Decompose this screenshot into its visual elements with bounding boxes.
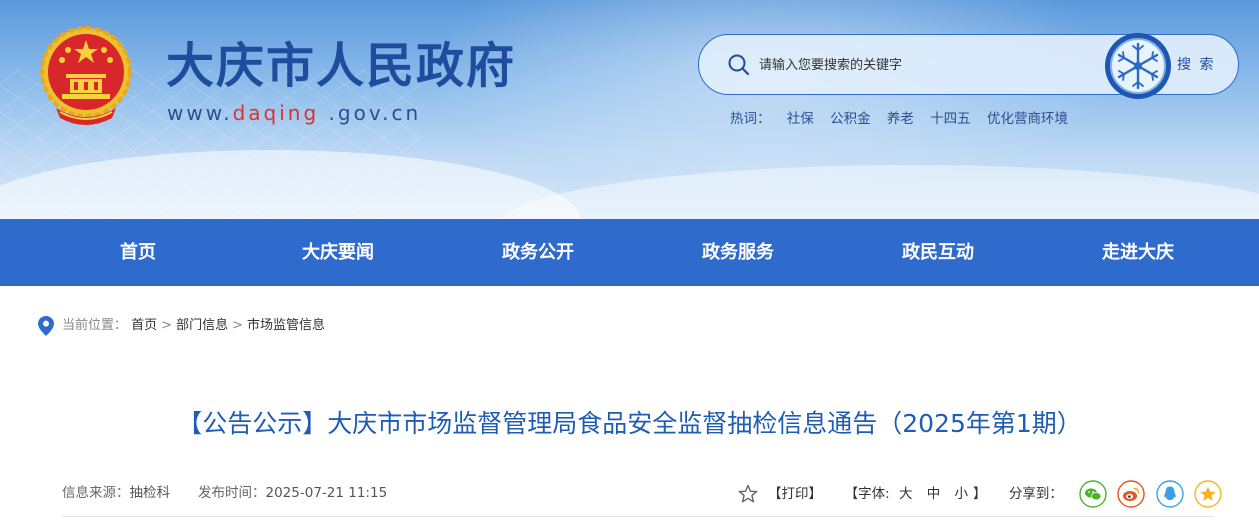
breadcrumb-dept-info[interactable]: 部门信息 — [176, 318, 228, 333]
breadcrumb-market-info[interactable]: 市场监管信息 — [247, 318, 325, 333]
wechat-icon[interactable] — [1079, 480, 1108, 508]
url-highlight: daqing — [232, 101, 320, 125]
nav-item-about[interactable]: 走进大庆 — [1038, 219, 1238, 286]
print-button[interactable]: 【打印】 — [768, 486, 822, 502]
url-prefix: www. — [167, 101, 233, 125]
time-label: 发布时间： — [198, 485, 266, 501]
font-size-label: 【字体: — [844, 486, 890, 502]
breadcrumb-home[interactable]: 首页 — [131, 318, 157, 333]
weibo-icon[interactable] — [1117, 480, 1146, 508]
hot-word-gongjijin[interactable]: 公积金 — [830, 111, 871, 127]
header-banner: 大庆市人民政府 www.daqing .gov.cn 请输入您要搜索的关键字 搜… — [0, 0, 1259, 219]
nav-item-services[interactable]: 政务服务 — [638, 219, 838, 286]
share-label: 分享到： — [1008, 486, 1063, 502]
breadcrumb: 当前位置： 首页 > 部门信息 > 市场监管信息 — [38, 315, 325, 337]
hot-word-shisiwu[interactable]: 十四五 — [930, 111, 971, 127]
hot-word-yingshang[interactable]: 优化营商环境 — [987, 111, 1068, 127]
breadcrumb-separator: > — [232, 318, 243, 333]
hot-words-label: 热词： — [730, 111, 771, 127]
search-icon[interactable] — [727, 53, 751, 77]
qzone-icon[interactable] — [1194, 480, 1223, 508]
search-input[interactable] — [759, 49, 1089, 81]
font-size-medium[interactable]: 中 — [927, 486, 941, 502]
font-size-close: 】 — [973, 486, 987, 502]
search-button[interactable]: 搜 索 — [1177, 53, 1215, 77]
breadcrumb-separator: > — [161, 318, 173, 333]
nav-item-gov-affairs[interactable]: 政务公开 — [438, 219, 638, 286]
search-box: 搜 索 — [698, 33, 1239, 99]
source-value: 抽检科 — [129, 485, 171, 501]
time-value: 2025-07-21 11:15 — [265, 485, 388, 501]
font-size-large[interactable]: 大 — [899, 486, 913, 502]
article-title: 【公告公示】大庆市市场监督管理局食品安全监督抽检信息通告（2025年第1期） — [177, 409, 1082, 438]
nav-item-news[interactable]: 大庆要闻 — [238, 219, 438, 286]
font-size-small[interactable]: 小 — [955, 486, 969, 502]
url-suffix: .gov.cn — [319, 101, 422, 125]
site-url[interactable]: www.daqing .gov.cn — [167, 100, 421, 126]
hot-word-yanglao[interactable]: 养老 — [887, 111, 914, 127]
site-title[interactable]: 大庆市人民政府 — [166, 36, 516, 96]
nav-item-home[interactable]: 首页 — [38, 219, 238, 286]
snowflake-badge-icon — [1105, 33, 1171, 99]
article-meta: 信息来源：抽检科 发布时间：2025-07-21 11:15 — [62, 482, 387, 504]
hot-words: 热词： 社保 公积金 养老 十四五 优化营商环境 — [730, 108, 1074, 130]
hot-word-shebao[interactable]: 社保 — [787, 111, 814, 127]
article-tools: 【打印】 【字体: 大 中 小】 分享到： — [738, 480, 1223, 508]
breadcrumb-prefix: 当前位置： — [62, 318, 128, 333]
main-nav: 首页 大庆要闻 政务公开 政务服务 政民互动 走进大庆 — [0, 219, 1259, 286]
star-icon[interactable] — [738, 484, 758, 504]
source-label: 信息来源： — [62, 485, 130, 501]
location-pin-icon — [38, 315, 54, 336]
national-emblem-icon[interactable] — [38, 22, 134, 128]
divider — [62, 516, 1214, 517]
qq-icon[interactable] — [1155, 480, 1184, 508]
nav-item-interaction[interactable]: 政民互动 — [838, 219, 1038, 286]
